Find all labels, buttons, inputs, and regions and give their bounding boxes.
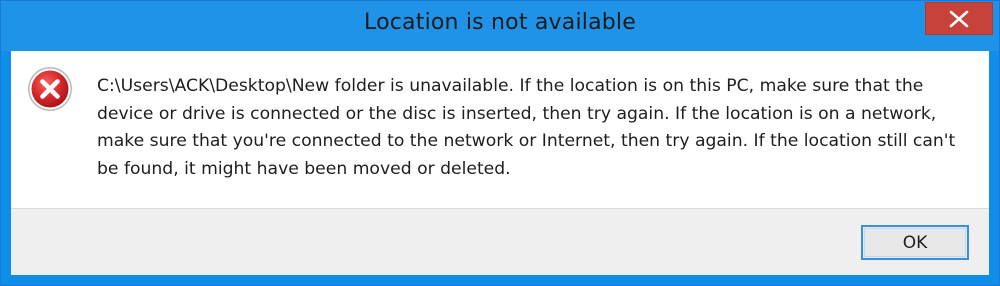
dialog-title: Location is not available [364, 10, 636, 35]
error-icon [28, 67, 72, 111]
title-bar: Location is not available [1, 1, 999, 51]
ok-button-label: OK [864, 228, 966, 257]
dialog-content: C:\Users\ACK\Desktop\New folder is unava… [11, 51, 989, 208]
ok-button[interactable]: OK [861, 225, 969, 260]
error-dialog: Location is not available C:\Users\ACK\D… [0, 0, 1000, 286]
error-message: C:\Users\ACK\Desktop\New folder is unava… [97, 76, 956, 179]
close-button[interactable] [925, 2, 993, 35]
button-bar: OK [11, 208, 989, 275]
close-icon [949, 10, 969, 28]
